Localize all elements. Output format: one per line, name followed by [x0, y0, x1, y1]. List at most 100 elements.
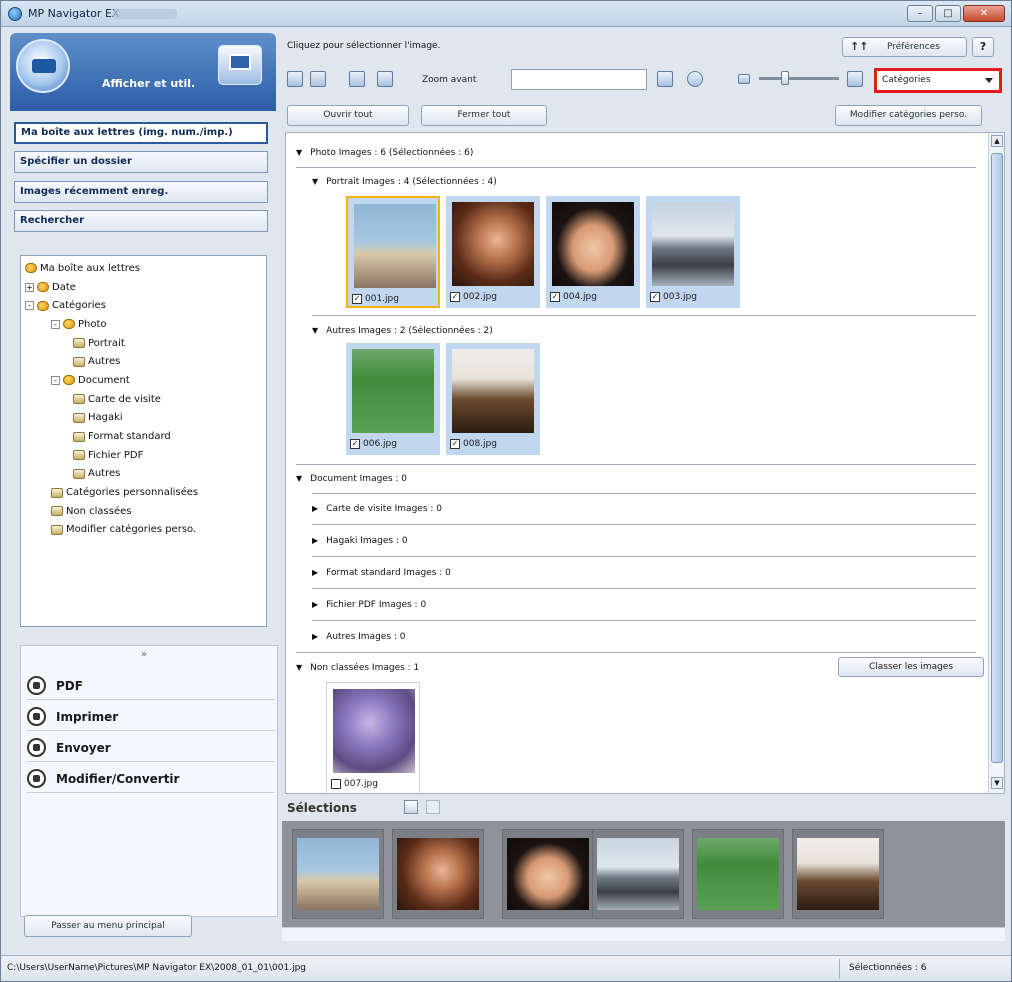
- selected-thumb[interactable]: [592, 829, 684, 919]
- thumb-001[interactable]: ✓ 001.jpg: [346, 196, 440, 308]
- tree-item-unclassified[interactable]: Non classées: [25, 502, 262, 521]
- tree-item-date[interactable]: + Date: [25, 278, 262, 297]
- search-icon[interactable]: [657, 71, 673, 87]
- grid-view-icon[interactable]: [310, 71, 326, 87]
- search-input[interactable]: [511, 69, 647, 90]
- thumb-002[interactable]: ✓ 002.jpg: [446, 196, 540, 308]
- tree-item-photo-others[interactable]: Autres: [25, 352, 262, 371]
- section-document[interactable]: ▼ Document Images : 0: [296, 474, 407, 484]
- checkbox-checked-icon[interactable]: ✓: [350, 439, 360, 449]
- folder-tree[interactable]: Ma boîte aux lettres + Date - Catégories -…: [20, 255, 267, 627]
- collapsed-triangle-icon: ▶: [312, 600, 319, 609]
- action-pdf[interactable]: PDF: [27, 672, 275, 700]
- nav-mailbox[interactable]: Ma boîte aux lettres (img. num./imp.): [14, 122, 268, 144]
- tree-item-document[interactable]: - Document: [25, 371, 262, 390]
- collapse-chevron-icon[interactable]: »: [141, 649, 147, 660]
- thumbnail-size-slider[interactable]: [759, 71, 839, 85]
- collapsed-triangle-icon: ▶: [312, 568, 319, 577]
- grid-view-icon[interactable]: [404, 800, 418, 814]
- thumb-007[interactable]: 007.jpg: [326, 682, 420, 793]
- main-menu-button[interactable]: Passer au menu principal: [24, 915, 192, 937]
- section-doc-autres[interactable]: ▶ Autres Images : 0: [312, 632, 406, 642]
- checkbox-checked-icon[interactable]: ✓: [450, 439, 460, 449]
- checkbox-checked-icon[interactable]: ✓: [352, 294, 362, 304]
- thumbnail-view-icon[interactable]: [287, 71, 303, 87]
- thumb-003[interactable]: ✓ 003.jpg: [646, 196, 740, 308]
- image-thumbnail: [333, 689, 415, 773]
- maximize-button[interactable]: □: [935, 5, 961, 22]
- refresh-icon[interactable]: [687, 71, 703, 87]
- tree-item-business-card[interactable]: Carte de visite: [25, 390, 262, 409]
- section-format[interactable]: ▶ Format standard Images : 0: [312, 568, 451, 578]
- collapsed-triangle-icon: ▶: [312, 632, 319, 641]
- thumb-008[interactable]: ✓ 008.jpg: [446, 343, 540, 455]
- scan-mode-icon[interactable]: [16, 39, 70, 93]
- help-button[interactable]: ?: [972, 37, 994, 57]
- minimize-button[interactable]: –: [907, 5, 933, 22]
- thumb-004[interactable]: ✓ 004.jpg: [546, 196, 640, 308]
- single-view-icon[interactable]: [426, 800, 440, 814]
- image-thumbnail: [797, 838, 879, 910]
- correct-icon[interactable]: [349, 71, 365, 87]
- tree-item-standard-format[interactable]: Format standard: [25, 427, 262, 446]
- checkbox-checked-icon[interactable]: ✓: [450, 292, 460, 302]
- action-print[interactable]: Imprimer: [27, 703, 275, 731]
- tree-item-custom-categories[interactable]: Catégories personnalisées: [25, 483, 262, 502]
- action-edit-convert[interactable]: Modifier/Convertir: [27, 765, 275, 793]
- tree-item-photo[interactable]: - Photo: [25, 315, 262, 334]
- checkbox-checked-icon[interactable]: ✓: [650, 292, 660, 302]
- section-photo[interactable]: ▼ Photo Images : 6 (Sélectionnées : 6): [296, 148, 473, 158]
- actions-panel: » PDF Imprimer Envoyer Modifier/Converti…: [20, 645, 278, 917]
- tree-item-portrait[interactable]: Portrait: [25, 334, 262, 353]
- open-all-button[interactable]: Ouvrir tout: [287, 105, 409, 126]
- collapse-icon[interactable]: -: [51, 319, 60, 329]
- selected-thumb[interactable]: [792, 829, 884, 919]
- tree-item-document-others[interactable]: Autres: [25, 465, 262, 484]
- edit-categories-button[interactable]: Modifier catégories perso.: [835, 105, 982, 126]
- thumb-006[interactable]: ✓ 006.jpg: [346, 343, 440, 455]
- scroll-up-icon[interactable]: ▲: [991, 135, 1003, 147]
- horizontal-scrollbar[interactable]: [282, 927, 1005, 941]
- collapse-icon[interactable]: -: [25, 301, 34, 311]
- tree-item-mailbox[interactable]: Ma boîte aux lettres: [25, 259, 262, 278]
- tree-item-edit-custom[interactable]: Modifier catégories perso.: [25, 521, 262, 540]
- expand-icon[interactable]: +: [25, 282, 34, 292]
- selected-thumb[interactable]: [292, 829, 384, 919]
- view-select[interactable]: Catégories: [874, 68, 1002, 93]
- collapse-icon[interactable]: -: [51, 375, 60, 385]
- selected-thumb[interactable]: [692, 829, 784, 919]
- scroll-down-icon[interactable]: ▼: [991, 777, 1003, 789]
- divider: [312, 620, 976, 621]
- close-button[interactable]: ✕: [963, 5, 1005, 22]
- close-all-button[interactable]: Fermer tout: [421, 105, 547, 126]
- tree-item-categories[interactable]: - Catégories: [25, 296, 262, 315]
- section-autres[interactable]: ▼ Autres Images : 2 (Sélectionnées : 2): [312, 326, 493, 336]
- scroll-thumb[interactable]: [991, 153, 1003, 763]
- status-selected-count: Sélectionnées : 6: [849, 963, 927, 973]
- zoom-icon[interactable]: [377, 71, 393, 87]
- left-panel: Afficher et util. Ma boîte aux lettres (…: [10, 33, 278, 953]
- section-portrait[interactable]: ▼ Portrait Images : 4 (Sélectionnées : 4): [312, 177, 497, 187]
- preferences-button[interactable]: ↑↑ Préférences: [842, 37, 967, 57]
- checkbox-icon[interactable]: [331, 779, 341, 789]
- vertical-scrollbar[interactable]: ▲ ▼: [988, 133, 1004, 793]
- section-nonclass[interactable]: ▼ Non classées Images : 1: [296, 663, 419, 673]
- nav-search[interactable]: Rechercher: [14, 210, 268, 232]
- classify-images-button[interactable]: Classer les images: [838, 657, 984, 677]
- section-carte[interactable]: ▶ Carte de visite Images : 0: [312, 504, 442, 514]
- tree-item-hagaki[interactable]: Hagaki: [25, 409, 262, 428]
- action-send[interactable]: Envoyer: [27, 734, 275, 762]
- nav-recent-images[interactable]: Images récemment enreg.: [14, 181, 268, 203]
- divider: [296, 167, 976, 168]
- section-pdf[interactable]: ▶ Fichier PDF Images : 0: [312, 600, 426, 610]
- zoom-label[interactable]: Zoom avant: [422, 75, 476, 85]
- selected-thumb[interactable]: [392, 829, 484, 919]
- divider: [312, 588, 976, 589]
- section-hagaki[interactable]: ▶ Hagaki Images : 0: [312, 536, 408, 546]
- checkbox-checked-icon[interactable]: ✓: [550, 292, 560, 302]
- slider-knob[interactable]: [781, 71, 789, 85]
- tree-item-pdf-file[interactable]: Fichier PDF: [25, 446, 262, 465]
- selected-thumb[interactable]: [502, 829, 594, 919]
- nav-specify-folder[interactable]: Spécifier un dossier: [14, 151, 268, 173]
- divider: [312, 315, 976, 316]
